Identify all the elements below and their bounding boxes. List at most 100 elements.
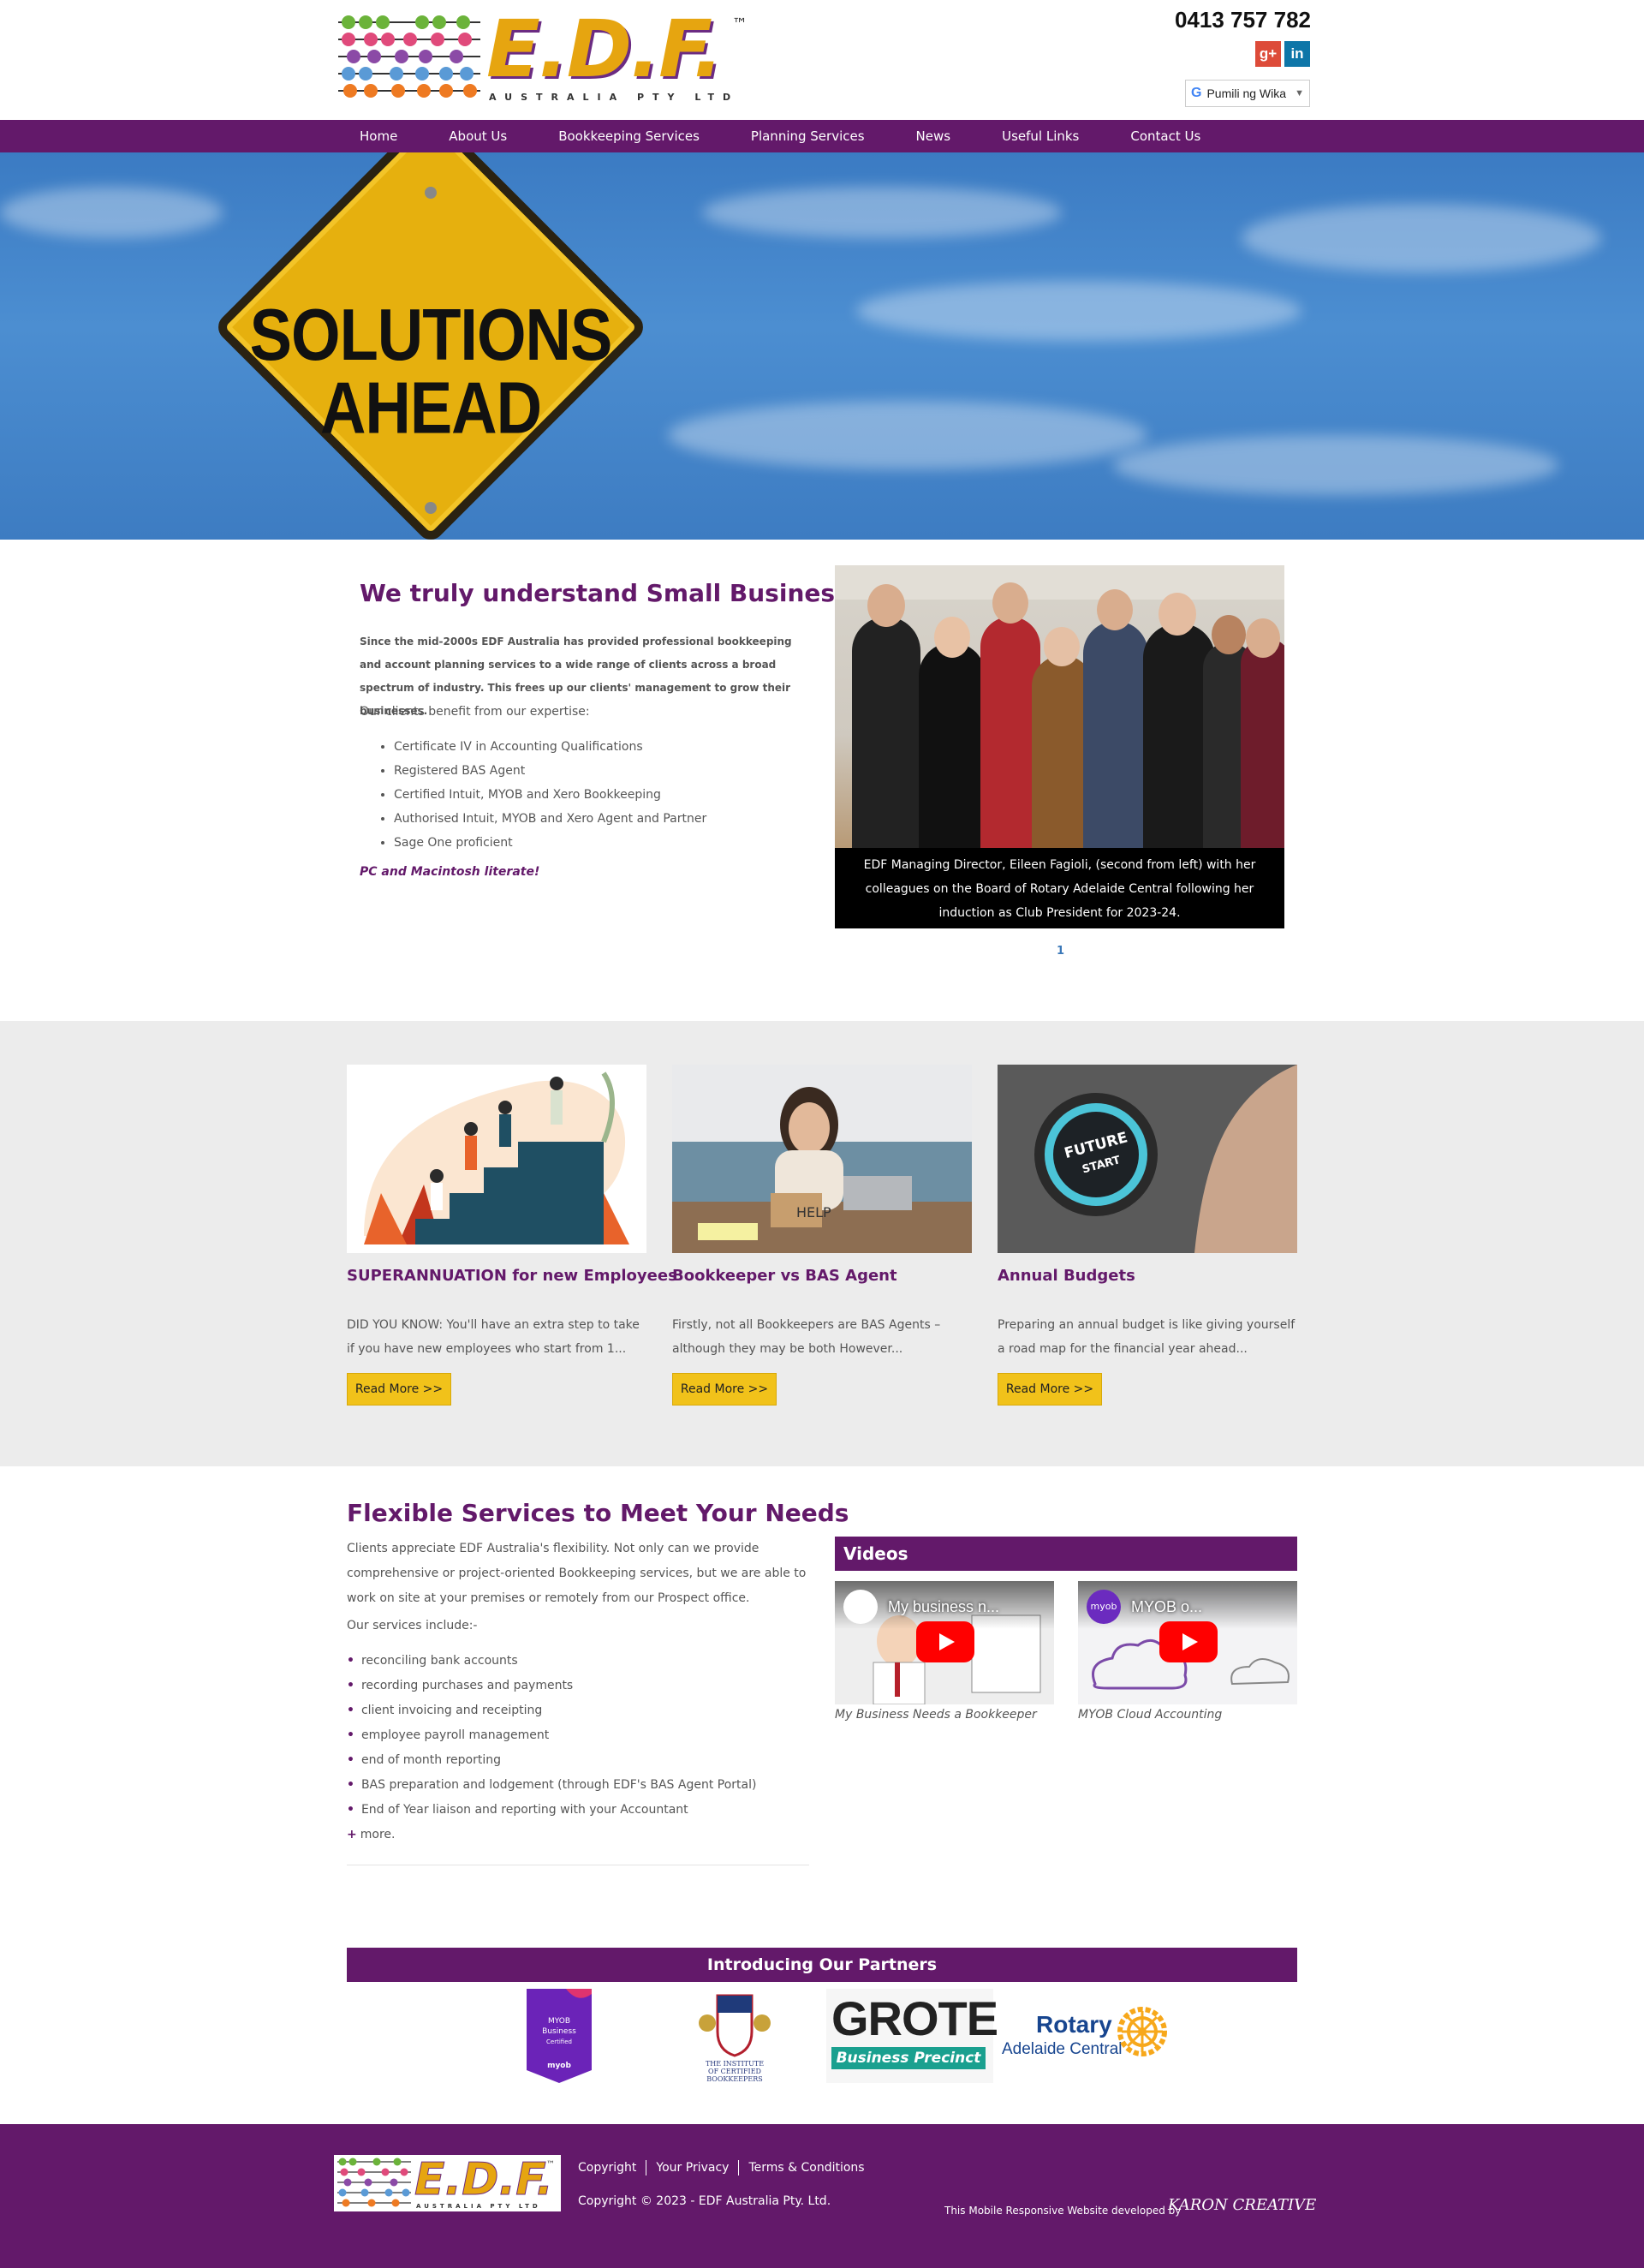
photo-person [919,642,986,848]
google-plus-icon[interactable]: g+ [1255,41,1281,67]
photo-person [852,617,920,848]
myob-certified-logo[interactable]: MYOB Business Certified myob [527,1989,592,2083]
sign-line-1: SOLUTIONS [249,294,613,376]
list-item: • BAS preparation and lodgement (through … [347,1773,756,1798]
intro-title: We truly understand Small Business [360,579,849,607]
rotary-subtitle: Adelaide Central [1002,2040,1123,2058]
news-card: SUPERANNUATION for new Employees DID YOU… [347,1065,677,1406]
nav-item-planning-services[interactable]: Planning Services [725,120,890,152]
icb-line-3: BOOKKEEPERS [706,2075,763,2083]
footer-link-copyright[interactable]: Copyright [578,2160,647,2175]
myob-badge-brand: myob [547,2062,571,2070]
list-item-more: + more. [347,1823,756,1847]
nav-item-contact-us[interactable]: Contact Us [1105,120,1226,152]
video-embed[interactable]: myob MYOB o... [1078,1581,1297,1704]
rotary-logo[interactable]: Rotary Adelaide Central [1000,1989,1171,2083]
footer-link-terms[interactable]: Terms & Conditions [739,2160,873,2175]
video-title[interactable]: My business n... [888,1598,999,1616]
videos-heading: Videos [835,1537,1297,1571]
rotary-wheel-icon [1117,2007,1167,2056]
list-item: • End of Year liaison and reporting with … [347,1798,756,1823]
linkedin-icon[interactable]: in [1284,41,1310,67]
footer-developer-credit: This Mobile Responsive Website developed… [944,2205,1182,2217]
video-caption: MYOB Cloud Accounting [1078,1708,1223,1722]
grote-logo[interactable]: GROTE Business Precinct [826,1989,998,2083]
cloud [1242,204,1601,272]
solutions-ahead-sign: SOLUTIONS AHEAD [211,152,651,540]
photo-head [1212,615,1246,654]
services-lead: Our services include:- [347,1619,478,1632]
chevron-down-icon: ▼ [1295,88,1304,98]
photo-head [992,582,1028,624]
sign-bolt [425,502,437,514]
partners-heading: Introducing Our Partners [347,1948,1297,1982]
play-button-icon[interactable] [1159,1621,1218,1662]
main-nav: Home About Us Bookkeeping Services Plann… [0,120,1644,152]
footer-link-privacy[interactable]: Your Privacy [646,2160,740,2175]
list-item: • recording purchases and payments [347,1674,756,1698]
list-item: Registered BAS Agent [394,759,706,783]
myob-badge-line-2: Business [542,2027,576,2036]
phone-number[interactable]: 0413 757 782 [1175,7,1311,33]
grote-wordmark: GROTE [831,1991,998,2045]
logo-wordmark: E.D.F. [486,3,724,95]
read-more-button[interactable]: Read More >> [672,1373,777,1406]
intro-lead: Our clients benefit from our expertise: [360,705,590,719]
video-caption: My Business Needs a Bookkeeper [835,1708,1037,1722]
list-item-text: reconciling bank accounts [360,1654,518,1668]
read-more-button[interactable]: Read More >> [347,1373,451,1406]
list-item: • client invoicing and receipting [347,1698,756,1723]
expertise-list: Certificate IV in Accounting Qualificati… [394,735,706,855]
services-title: Flexible Services to Meet Your Needs [347,1499,849,1527]
card-image[interactable] [347,1065,646,1253]
play-button-icon[interactable] [916,1621,974,1662]
list-item-text: client invoicing and receipting [360,1704,543,1717]
board-photo[interactable] [835,565,1284,848]
logo-subtitle: AUSTRALIA PTY LTD [489,92,740,103]
photo-head [1044,627,1080,666]
bullet-icon: • [347,1679,354,1692]
list-item-text: employee payroll management [360,1728,550,1742]
bullet-icon: • [347,1728,354,1742]
nav-item-bookkeeping-services[interactable]: Bookkeeping Services [533,120,725,152]
karon-creative-logo[interactable]: KARON CREATIVE [1168,2196,1316,2214]
card-excerpt: Firstly, not all Bookkeepers are BAS Age… [672,1318,941,1356]
news-card: HELP Bookkeeper vs BAS Agent Firstly, no… [672,1065,972,1406]
card-title[interactable]: Annual Budgets [998,1267,1135,1285]
list-item: Authorised Intuit, MYOB and Xero Agent a… [394,807,706,831]
google-icon: G [1191,86,1202,100]
read-more-button[interactable]: Read More >> [998,1373,1102,1406]
card-image[interactable]: FUTURE START [998,1065,1297,1253]
card-excerpt: DID YOU KNOW: You'll have an extra step … [347,1318,640,1356]
nav-item-useful-links[interactable]: Useful Links [976,120,1105,152]
video-embed[interactable]: My business n... [835,1581,1054,1704]
slider-pager[interactable]: 1 [1057,945,1064,958]
card-image[interactable]: HELP [672,1065,972,1253]
language-select[interactable]: G Pumili ng Wika ▼ [1185,80,1310,107]
footer-logo[interactable]: E.D.F. ™ AUSTRALIA PTY LTD [334,2154,561,2211]
card-title[interactable]: SUPERANNUATION for new Employees [347,1267,677,1285]
list-item: • reconciling bank accounts [347,1649,756,1674]
photo-head [1246,618,1280,658]
icb-logo[interactable]: THE INSTITUTE OF CERTIFIED BOOKKEEPERS [694,1989,776,2083]
bullet-icon: • [347,1753,354,1767]
video-title[interactable]: MYOB o... [1131,1598,1202,1616]
footer-logo-mark: E.D.F. ™ AUSTRALIA PTY LTD [337,2154,555,2210]
social-links: g+ in [1255,41,1310,67]
card-title[interactable]: Bookkeeper vs BAS Agent [672,1267,897,1285]
edf-logo[interactable]: E.D.F. ™ AUSTRALIA PTY LTD [337,10,749,104]
site-footer: E.D.F. ™ AUSTRALIA PTY LTD Copyright You… [0,2124,1644,2268]
stairs-illustration [364,1071,629,1244]
services-paragraph: Clients appreciate EDF Australia's flexi… [347,1542,807,1605]
trademark-symbol: ™ [732,15,748,33]
photo-head [934,617,970,658]
nav-item-news[interactable]: News [890,120,977,152]
footer-copyright: Copyright © 2023 - EDF Australia Pty. Lt… [578,2194,831,2208]
future-start-button-photo: FUTURE START [998,1065,1297,1253]
nav-item-about-us[interactable]: About Us [423,120,533,152]
nav-item-home[interactable]: Home [334,120,423,152]
more-text: more. [360,1828,396,1841]
channel-avatar [843,1590,878,1624]
myob-channel-avatar: myob [1087,1590,1121,1624]
site-header: E.D.F. ™ AUSTRALIA PTY LTD 0413 757 782 … [0,0,1644,120]
